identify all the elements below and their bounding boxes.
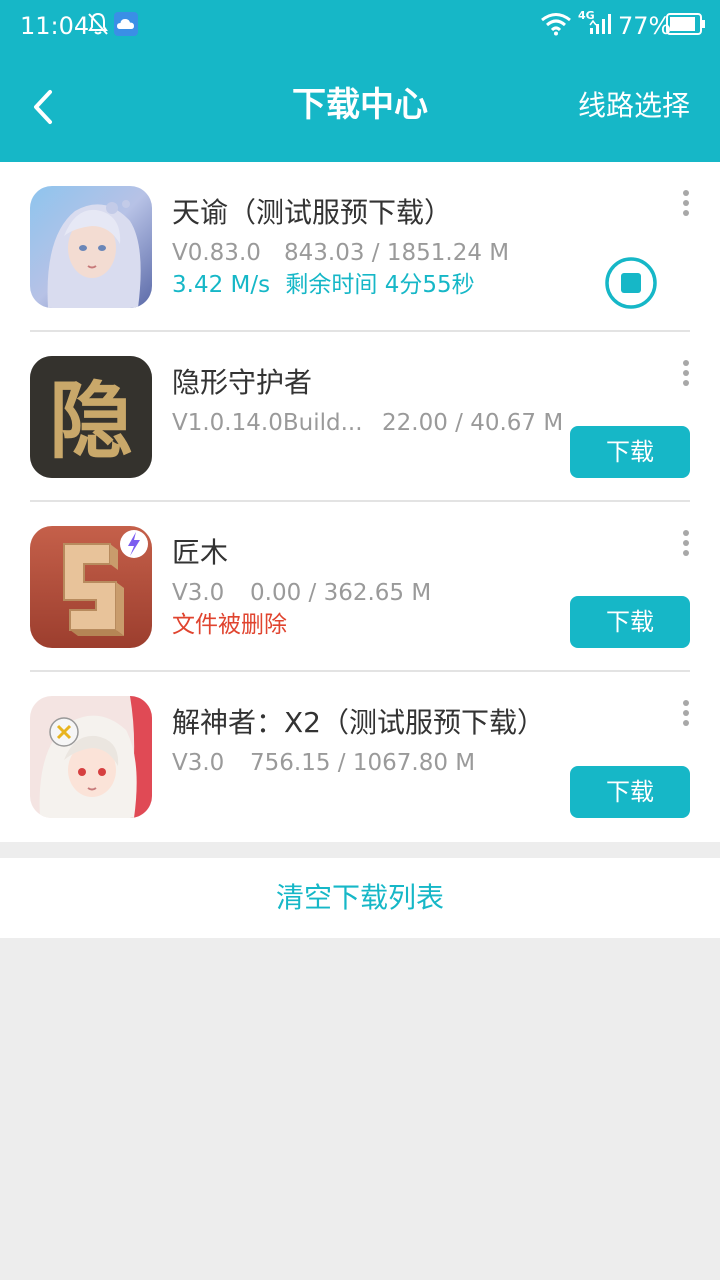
game-name: 匠木 bbox=[172, 536, 229, 569]
wifi-icon bbox=[541, 13, 571, 36]
download-item[interactable]: 天谕（测试服预下载） V0.83.0 843.03 / 1851.24 M 3.… bbox=[0, 162, 720, 332]
download-button[interactable]: 下载 bbox=[570, 596, 690, 648]
game-name: 解神者：X2（测试服预下载） bbox=[172, 706, 545, 739]
game-icon-glyph: 隐 bbox=[49, 371, 133, 470]
download-size: 843.03 / 1851.24 M bbox=[284, 240, 510, 266]
notification-off-icon bbox=[88, 12, 108, 35]
download-size: 0.00 / 362.65 M bbox=[250, 580, 432, 606]
more-options-icon[interactable] bbox=[680, 700, 692, 728]
game-icon-jieshenzhe bbox=[30, 696, 152, 818]
download-item[interactable]: 隐 隐形守护者 V1.0.14.0Build... 22.00 / 40.67 … bbox=[0, 332, 720, 502]
download-item[interactable]: 匠木 V3.0 0.00 / 362.65 M 文件被删除 下载 bbox=[0, 502, 720, 672]
status-time: 11:04 bbox=[20, 12, 90, 40]
battery-icon bbox=[666, 13, 705, 35]
download-list: 天谕（测试服预下载） V0.83.0 843.03 / 1851.24 M 3.… bbox=[0, 162, 720, 842]
game-icon-tianyu bbox=[30, 186, 152, 308]
download-size: 22.00 / 40.67 M bbox=[382, 410, 564, 436]
status-bar: 11:04 4G 77% bbox=[0, 0, 720, 52]
signal-icon bbox=[589, 14, 611, 34]
clear-download-list-button[interactable]: 清空下载列表 bbox=[0, 858, 720, 938]
game-icon-invisible-guardian: 隐 bbox=[30, 356, 152, 478]
file-deleted-status: 文件被删除 bbox=[172, 612, 287, 638]
weather-cloud-icon bbox=[114, 12, 138, 36]
game-icon-jiangmu bbox=[30, 526, 152, 648]
more-options-icon[interactable] bbox=[680, 360, 692, 388]
game-name: 天谕（测试服预下载） bbox=[172, 196, 453, 229]
game-version: V0.83.0 bbox=[172, 240, 261, 266]
remaining-time: 剩余时间 4分55秒 bbox=[285, 272, 475, 298]
download-button[interactable]: 下载 bbox=[570, 426, 690, 478]
more-options-icon[interactable] bbox=[680, 530, 692, 558]
game-version: V3.0 bbox=[172, 580, 225, 606]
navigation-bar: 下载中心 线路选择 bbox=[0, 52, 720, 162]
game-version: V3.0 bbox=[172, 750, 225, 776]
more-options-icon[interactable] bbox=[680, 190, 692, 218]
download-size: 756.15 / 1067.80 M bbox=[250, 750, 476, 776]
download-button[interactable]: 下载 bbox=[570, 766, 690, 818]
download-item[interactable]: 解神者：X2（测试服预下载） V3.0 756.15 / 1067.80 M 下… bbox=[0, 672, 720, 842]
game-version: V1.0.14.0Build... bbox=[172, 410, 363, 436]
download-progress-text: 3.42 M/s 剩余时间 4分55秒 bbox=[172, 268, 475, 302]
route-select-button[interactable]: 线路选择 bbox=[578, 86, 690, 126]
game-name: 隐形守护者 bbox=[172, 366, 313, 399]
stop-download-icon[interactable] bbox=[604, 256, 658, 310]
download-speed: 3.42 M/s bbox=[172, 272, 271, 298]
battery-percent: 77% bbox=[618, 12, 672, 40]
